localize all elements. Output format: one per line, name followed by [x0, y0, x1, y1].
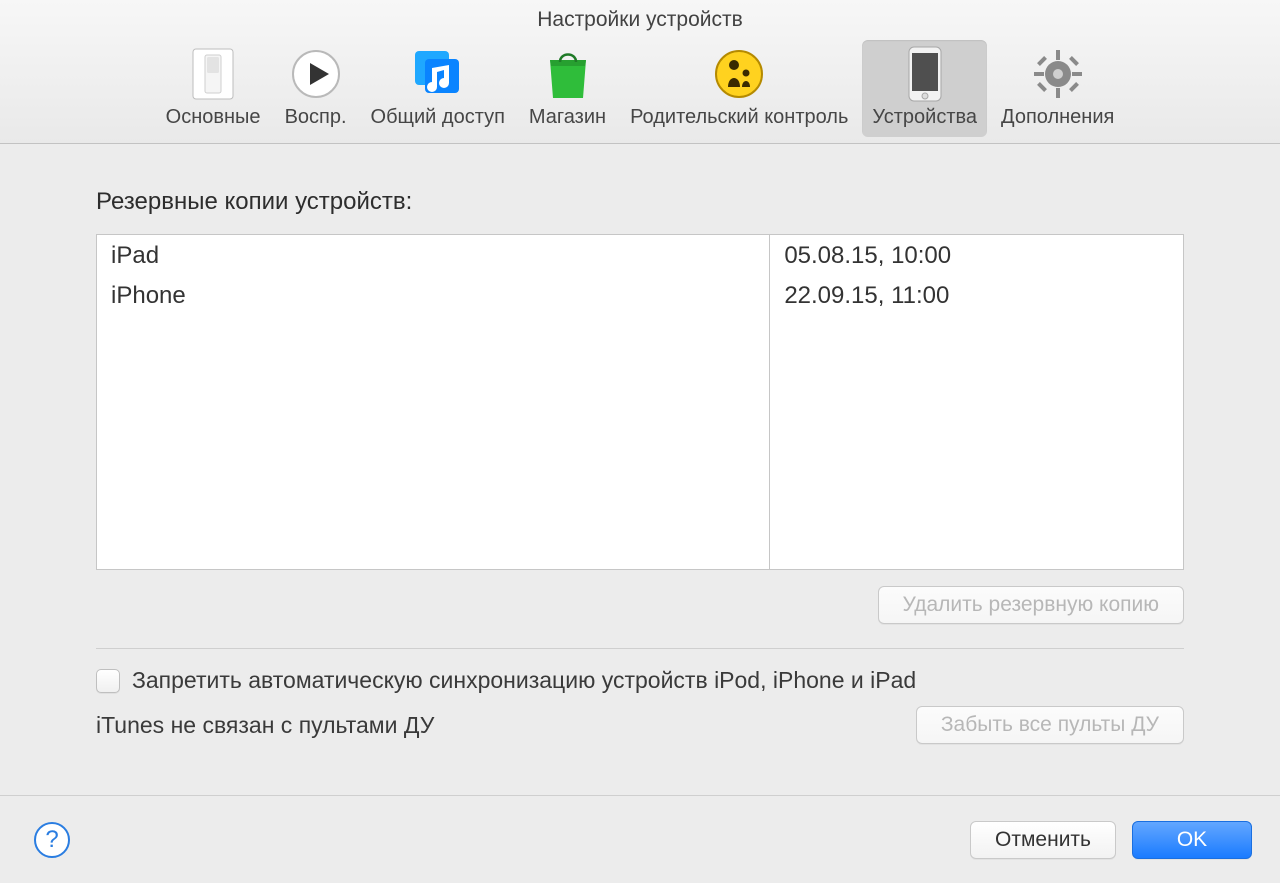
tab-store[interactable]: Магазин — [519, 40, 616, 137]
parental-icon — [711, 46, 767, 102]
play-icon — [288, 46, 344, 102]
devices-panel: Резервные копии устройств: iPad iPhone 0… — [0, 144, 1280, 744]
prevent-sync-checkbox[interactable] — [96, 669, 120, 693]
backups-date-column: 05.08.15, 10:00 22.09.15, 11:00 — [770, 235, 1183, 569]
table-row[interactable]: 22.09.15, 11:00 — [770, 275, 1183, 315]
gear-icon — [1030, 46, 1086, 102]
tab-advanced[interactable]: Дополнения — [991, 40, 1124, 137]
window-title: Настройки устройств — [0, 8, 1280, 32]
tab-label: Воспр. — [285, 106, 347, 129]
preferences-toolbar: Основные Воспр. Общий доступ — [0, 40, 1280, 137]
tab-general[interactable]: Основные — [156, 40, 271, 137]
table-row[interactable]: 05.08.15, 10:00 — [770, 235, 1183, 275]
titlebar: Настройки устройств Основные Воспр. — [0, 0, 1280, 144]
dialog-footer: ? Отменить OK — [0, 795, 1280, 883]
tab-label: Магазин — [529, 106, 606, 129]
delete-backup-button[interactable]: Удалить резервную копию — [878, 586, 1184, 624]
table-row[interactable]: iPhone — [97, 275, 769, 315]
remotes-status-label: iTunes не связан с пультами ДУ — [96, 712, 434, 739]
tab-label: Основные — [166, 106, 261, 129]
backups-section-label: Резервные копии устройств: — [96, 188, 1184, 216]
iphone-icon — [897, 46, 953, 102]
backups-table[interactable]: iPad iPhone 05.08.15, 10:00 22.09.15, 11… — [96, 234, 1184, 570]
backups-device-column: iPad iPhone — [97, 235, 770, 569]
table-row[interactable]: iPad — [97, 235, 769, 275]
divider — [96, 648, 1184, 649]
shopping-bag-icon — [540, 46, 596, 102]
tab-devices[interactable]: Устройства — [862, 40, 987, 137]
tab-label: Общий доступ — [371, 106, 505, 129]
tab-label: Дополнения — [1001, 106, 1114, 129]
tab-sharing[interactable]: Общий доступ — [361, 40, 515, 137]
tab-playback[interactable]: Воспр. — [275, 40, 357, 137]
ok-button[interactable]: OK — [1132, 821, 1252, 859]
cancel-button[interactable]: Отменить — [970, 821, 1116, 859]
tab-parental[interactable]: Родительский контроль — [620, 40, 858, 137]
tab-label: Устройства — [872, 106, 977, 129]
prevent-sync-label: Запретить автоматическую синхронизацию у… — [132, 667, 916, 694]
tab-label: Родительский контроль — [630, 106, 848, 129]
forget-remotes-button[interactable]: Забыть все пульты ДУ — [916, 706, 1184, 744]
music-note-icon — [410, 46, 466, 102]
help-button[interactable]: ? — [34, 822, 70, 858]
switch-icon — [185, 46, 241, 102]
